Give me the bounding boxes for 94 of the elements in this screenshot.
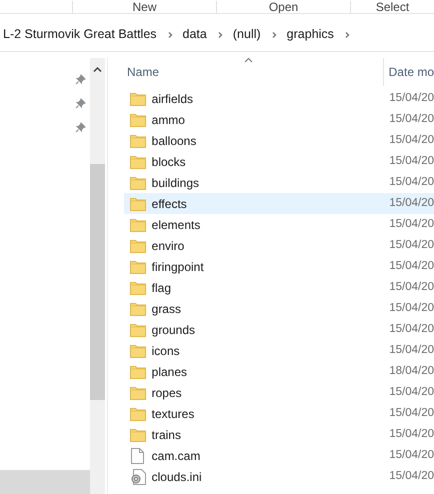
date-modified: 15/04/20	[389, 90, 434, 106]
folder-icon	[130, 92, 146, 106]
chevron-right-icon[interactable]	[342, 30, 351, 38]
file-name: ropes	[152, 384, 183, 402]
file-row[interactable]: blocks 15/04/20	[124, 151, 434, 172]
file-row[interactable]: ropes 15/04/20	[124, 382, 434, 403]
file-name: firingpoint	[152, 258, 205, 276]
file-row[interactable]: cam.cam 15/04/20	[124, 445, 434, 466]
date-modified: 15/04/20	[389, 322, 434, 337]
date-modified: 15/04/20	[389, 174, 434, 190]
file-name: grounds	[152, 322, 196, 338]
folder-icon	[130, 112, 146, 126]
file-row[interactable]: enviro 15/04/20	[124, 235, 434, 256]
file-icon	[131, 448, 144, 464]
folder-icon	[130, 302, 146, 316]
file-name: planes	[152, 364, 188, 380]
file-row[interactable]: balloons 15/04/20	[124, 130, 434, 151]
file-name: ammo	[152, 112, 186, 128]
file-name: buildings	[152, 174, 200, 192]
folder-icon	[130, 280, 146, 294]
file-row[interactable]: planes 18/04/20	[124, 361, 434, 382]
breadcrumb-item[interactable]: graphics	[284, 25, 337, 44]
settings-file-icon	[130, 468, 146, 484]
file-name: icons	[152, 342, 181, 360]
file-name: enviro	[152, 238, 186, 254]
file-name: clouds.ini	[152, 468, 203, 486]
folder-icon	[130, 428, 146, 442]
folder-icon	[130, 344, 146, 358]
folder-icon	[130, 134, 146, 148]
breadcrumb-item[interactable]: L-2 Sturmovik Great Battles	[0, 25, 160, 44]
date-modified: 15/04/20	[389, 448, 434, 463]
file-name: effects	[152, 196, 188, 212]
pin-icon[interactable]	[75, 74, 86, 85]
sort-ascending-icon	[244, 57, 253, 63]
file-name: cam.cam	[152, 448, 202, 464]
pin-icon[interactable]	[75, 122, 86, 133]
folder-icon	[130, 364, 146, 378]
file-row[interactable]: ammo 15/04/20	[124, 109, 434, 130]
date-modified: 15/04/20	[389, 196, 434, 211]
chevron-right-icon[interactable]	[270, 30, 278, 38]
date-modified: 18/04/20	[389, 364, 434, 379]
breadcrumb-item[interactable]: data	[180, 25, 210, 44]
file-name: elements	[152, 216, 202, 234]
file-row[interactable]: grass 15/04/20	[124, 298, 434, 319]
folder-icon	[130, 238, 146, 252]
pin-icon[interactable]	[75, 98, 86, 109]
date-modified: 15/04/20	[389, 384, 434, 400]
file-name: grass	[152, 300, 182, 318]
date-modified: 15/04/20	[389, 300, 434, 316]
folder-icon	[130, 176, 146, 190]
scrollbar-thumb[interactable]	[90, 164, 105, 400]
file-row[interactable]: buildings 15/04/20	[124, 172, 434, 193]
file-name: blocks	[152, 154, 187, 170]
chevron-right-icon[interactable]	[216, 30, 224, 38]
file-row[interactable]: icons 15/04/20	[124, 340, 434, 361]
file-name: flag	[152, 280, 172, 296]
folder-icon	[130, 196, 146, 210]
file-row[interactable]: trains 15/04/20	[124, 424, 434, 445]
date-modified: 15/04/20	[389, 238, 434, 253]
ribbon-label: New	[132, 1, 156, 13]
folder-icon	[130, 322, 146, 336]
date-modified: 15/04/20	[389, 132, 434, 148]
ribbon-label: Select	[376, 1, 410, 13]
file-row[interactable]: effects 15/04/20	[124, 193, 434, 214]
file-row[interactable]: elements 15/04/20	[124, 214, 434, 235]
date-modified: 15/04/20	[389, 154, 434, 169]
file-row[interactable]: firingpoint 15/04/20	[124, 256, 434, 277]
file-name: trains	[152, 426, 182, 444]
file-row[interactable]: airfields 15/04/20	[124, 88, 434, 109]
date-modified: 15/04/20	[389, 258, 434, 274]
folder-icon	[130, 406, 146, 420]
file-name: textures	[152, 406, 196, 422]
file-row[interactable]: grounds 15/04/20	[124, 319, 434, 340]
folder-icon	[130, 260, 146, 274]
date-modified: 15/04/20	[389, 112, 434, 127]
folder-icon	[130, 154, 146, 168]
folder-icon	[130, 218, 146, 232]
column-header[interactable]: Name	[124, 58, 383, 86]
column-header[interactable]: Date mo	[382, 58, 434, 86]
file-row[interactable]: textures 15/04/20	[124, 403, 434, 424]
date-modified: 15/04/20	[389, 280, 434, 295]
folder-icon	[130, 386, 146, 400]
scroll-up-icon[interactable]	[93, 66, 102, 73]
date-modified: 15/04/20	[389, 468, 434, 484]
file-name: balloons	[152, 132, 198, 150]
date-modified: 15/04/20	[389, 406, 434, 421]
file-row[interactable]: flag 15/04/20	[124, 277, 434, 298]
file-row[interactable]: clouds.ini 15/04/20	[124, 466, 434, 487]
date-modified: 15/04/20	[389, 342, 434, 358]
date-modified: 15/04/20	[389, 426, 434, 442]
date-modified: 15/04/20	[389, 216, 434, 232]
file-name: airfields	[152, 90, 194, 108]
breadcrumb-item[interactable]: (null)	[230, 25, 264, 44]
chevron-right-icon[interactable]	[166, 30, 174, 38]
